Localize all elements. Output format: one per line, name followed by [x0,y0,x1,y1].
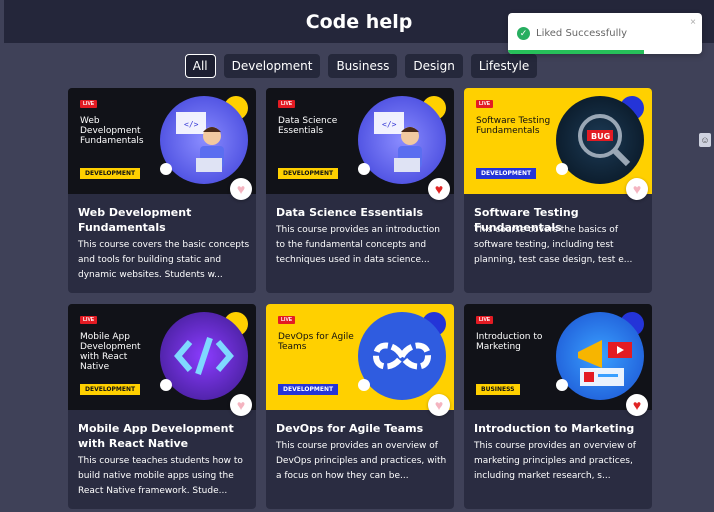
chat-widget-icon[interactable]: ☺ [699,133,711,147]
like-heart-icon[interactable]: ♥ [626,178,648,200]
svg-text:</>: </> [382,120,397,129]
thumbnail-title: Web Development Fundamentals [80,116,144,146]
course-description: This course provides an overview of DevO… [276,441,447,481]
course-description: This course provides an introduction to … [276,225,440,265]
svg-text:BUG: BUG [591,132,610,141]
close-icon[interactable]: × [690,17,696,28]
infinity-loop-illustration [358,312,446,400]
filter-business-button[interactable]: Business [328,54,398,78]
like-heart-icon[interactable]: ♥ [428,394,450,416]
live-badge: LIVE [80,316,98,324]
toast-message: Liked Successfully [536,28,628,39]
category-tag: DEVELOPMENT [278,384,339,395]
code-brackets-illustration [160,312,248,400]
filter-development-button[interactable]: Development [223,54,321,78]
course-card[interactable]: LIVE Web Development Fundamentals DEVELO… [68,88,256,293]
developer-illustration: </> [358,96,446,184]
course-title: Web Development Fundamentals [78,206,192,234]
bug-magnifier-illustration: BUG [556,96,644,184]
marketing-illustration [556,312,644,400]
course-title: Introduction to Marketing [474,422,635,435]
toast-progress-bar [508,50,644,54]
course-thumbnail: LIVE Web Development Fundamentals DEVELO… [68,88,256,194]
decor-dot [358,379,370,391]
decor-dot [358,163,370,175]
category-tag: BUSINESS [476,384,520,395]
filter-lifestyle-button[interactable]: Lifestyle [470,54,538,78]
category-tag: DEVELOPMENT [80,168,141,179]
live-badge: LIVE [476,100,494,108]
live-badge: LIVE [80,100,98,108]
course-title: Data Science Essentials [276,206,424,219]
course-card[interactable]: LIVE DevOps for Agile Teams DEVELOPMENT … [266,304,454,509]
course-card[interactable]: LIVE Introduction to Marketing BUSINESS … [464,304,652,509]
course-grid: LIVE Web Development Fundamentals DEVELO… [68,88,652,509]
thumbnail-title: Mobile App Development with React Native [80,332,141,372]
svg-text:</>: </> [184,120,199,129]
live-badge: LIVE [278,100,296,108]
like-heart-icon[interactable]: ♥ [230,394,252,416]
course-description: This course covers the basics of softwar… [474,225,633,265]
filter-all-button[interactable]: All [184,54,216,78]
thumbnail-title: DevOps for Agile Teams [278,332,354,352]
like-heart-icon[interactable]: ♥ [428,178,450,200]
thumbnail-title: Software Testing Fundamentals [476,116,551,136]
decor-dot [160,379,172,391]
like-heart-icon[interactable]: ♥ [626,394,648,416]
course-thumbnail: LIVE Mobile App Development with React N… [68,304,256,410]
course-description: This course teaches students how to buil… [78,456,243,496]
course-thumbnail: LIVE DevOps for Agile Teams DEVELOPMENT [266,304,454,410]
course-thumbnail: LIVE Data Science Essentials DEVELOPMENT… [266,88,454,194]
category-filters: All Development Business Design Lifestyl… [0,54,714,78]
live-badge: LIVE [476,316,494,324]
like-heart-icon[interactable]: ♥ [230,178,252,200]
course-card[interactable]: LIVE Mobile App Development with React N… [68,304,256,509]
decor-dot [556,163,568,175]
course-card[interactable]: LIVE Software Testing Fundamentals DEVEL… [464,88,652,293]
app-title: Code help [305,10,413,33]
course-title: DevOps for Agile Teams [276,422,424,435]
success-toast[interactable]: ✓ Liked Successfully × [508,13,702,54]
category-tag: DEVELOPMENT [80,384,141,395]
thumbnail-title: Introduction to Marketing [476,332,543,352]
course-thumbnail: LIVE Software Testing Fundamentals DEVEL… [464,88,652,194]
course-description: This course provides an overview of mark… [474,441,636,481]
course-title: Mobile App Development with React Native [78,422,234,450]
category-tag: DEVELOPMENT [278,168,339,179]
category-tag: DEVELOPMENT [476,168,537,179]
check-circle-icon: ✓ [517,27,530,40]
live-badge: LIVE [278,316,296,324]
developer-illustration: </> [160,96,248,184]
thumbnail-title: Data Science Essentials [278,116,338,136]
course-thumbnail: LIVE Introduction to Marketing BUSINESS [464,304,652,410]
course-card[interactable]: LIVE Data Science Essentials DEVELOPMENT… [266,88,454,293]
decor-dot [556,379,568,391]
filter-design-button[interactable]: Design [405,54,463,78]
course-description: This course covers the basic concepts an… [78,240,250,280]
decor-dot [160,163,172,175]
